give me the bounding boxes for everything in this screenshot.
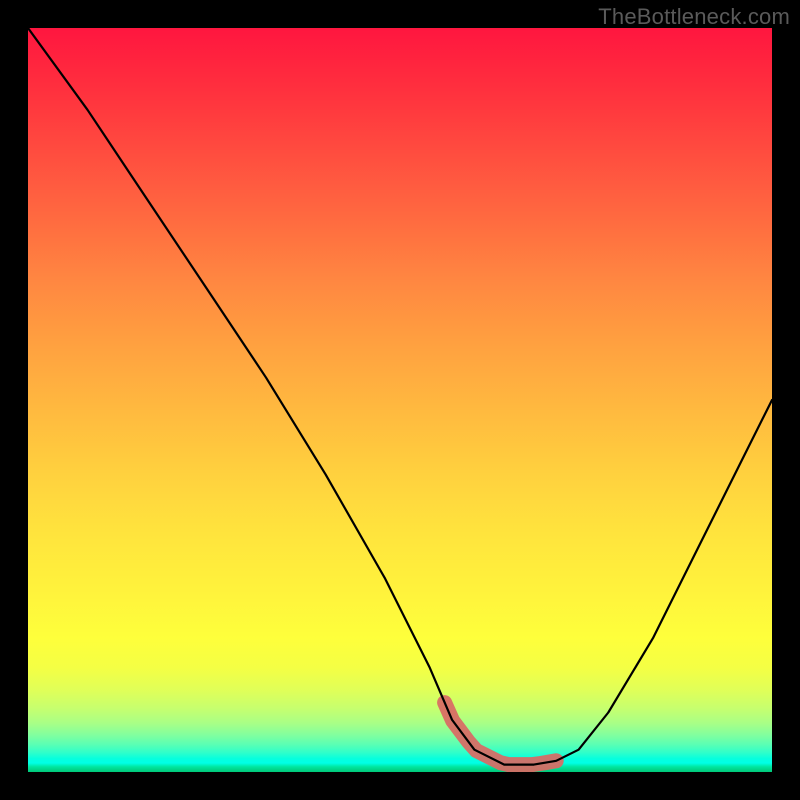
curve-svg [28, 28, 772, 772]
chart-frame: TheBottleneck.com [0, 0, 800, 800]
bottleneck-curve-line [28, 28, 772, 765]
plot-area [28, 28, 772, 772]
watermark-text: TheBottleneck.com [598, 4, 790, 30]
